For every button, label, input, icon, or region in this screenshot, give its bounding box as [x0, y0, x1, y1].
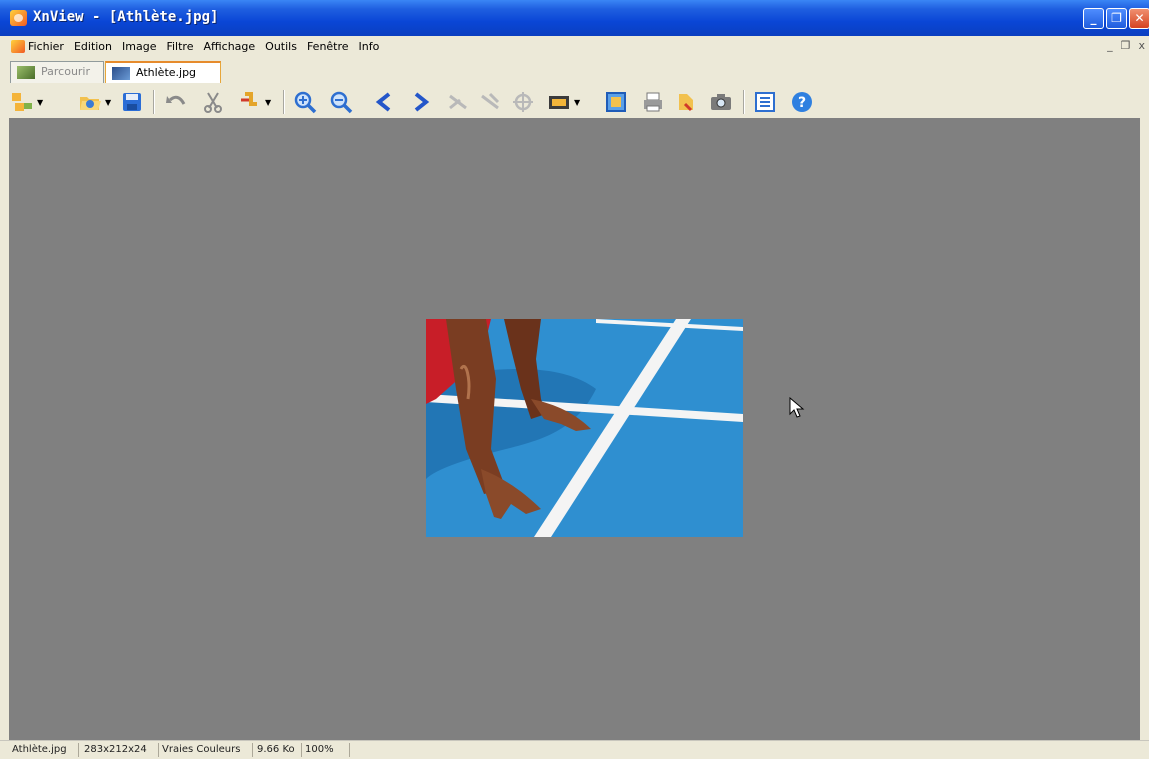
tab-bar: Parcourir Athlète.jpg	[0, 58, 1149, 85]
status-zoom: 100%	[301, 743, 350, 757]
properties-icon[interactable]	[753, 90, 777, 114]
crop-icon[interactable]	[446, 90, 470, 114]
rotate-icon[interactable]	[237, 90, 261, 114]
open-folder-icon[interactable]	[78, 90, 102, 114]
status-bar: Athlète.jpg 283x212x24 Vraies Couleurs 9…	[0, 740, 1149, 759]
toolbar-separator	[283, 90, 285, 114]
slideshow-dropdown-icon[interactable]: ▼	[574, 98, 580, 107]
mdi-close-button[interactable]: x	[1138, 39, 1145, 52]
status-color-mode: Vraies Couleurs	[158, 743, 253, 757]
next-icon[interactable]	[408, 90, 432, 114]
xnview-app-icon[interactable]	[10, 10, 27, 26]
toolbar: ▼ ▼ ▼ ▼ ?	[0, 84, 1149, 118]
tab-browser[interactable]: Parcourir	[10, 61, 104, 83]
menu-affichage[interactable]: Affichage	[203, 40, 255, 53]
previous-icon[interactable]	[373, 90, 397, 114]
browser-icon	[17, 66, 35, 79]
zoom-in-icon[interactable]	[293, 90, 317, 114]
tab-athlete-jpg[interactable]: Athlète.jpg	[105, 61, 221, 83]
close-button[interactable]: ✕	[1129, 8, 1149, 29]
menu-filtre[interactable]: Filtre	[166, 40, 193, 53]
print-icon[interactable]	[641, 90, 665, 114]
mdi-minimize-button[interactable]: _	[1107, 39, 1113, 52]
menu-info[interactable]: Info	[359, 40, 380, 53]
scan-icon[interactable]	[675, 90, 699, 114]
toolbar-separator	[743, 90, 745, 114]
mouse-cursor-icon	[789, 397, 805, 418]
menu-fichier[interactable]: Fichier	[28, 40, 64, 53]
status-dimensions: 283x212x24	[80, 743, 159, 757]
toolbar-separator	[153, 90, 155, 114]
tab-label: Athlète.jpg	[136, 66, 197, 79]
image-icon	[112, 67, 130, 80]
svg-text:?: ?	[798, 95, 806, 111]
save-icon[interactable]	[120, 90, 144, 114]
title-bar: XnView - [Athlète.jpg] _ ❐ ✕	[0, 0, 1149, 36]
restore-button[interactable]: ❐	[1106, 8, 1127, 29]
help-icon[interactable]: ?	[790, 90, 814, 114]
minimize-button[interactable]: _	[1083, 8, 1104, 29]
undo-icon[interactable]	[164, 90, 188, 114]
menu-outils[interactable]: Outils	[265, 40, 297, 53]
image-viewer[interactable]	[9, 118, 1140, 740]
menu-image[interactable]: Image	[122, 40, 156, 53]
capture-icon[interactable]	[709, 90, 733, 114]
menu-fenetre[interactable]: Fenêtre	[307, 40, 349, 53]
resize-icon[interactable]	[478, 90, 502, 114]
document-menu-icon[interactable]	[11, 40, 25, 53]
menu-edition[interactable]: Edition	[74, 40, 112, 53]
athlete-photo	[426, 319, 743, 537]
tab-label: Parcourir	[41, 65, 91, 78]
rotate-dropdown-icon[interactable]: ▼	[265, 98, 271, 107]
open-dropdown-icon[interactable]: ▼	[105, 98, 111, 107]
fullscreen-icon[interactable]	[604, 90, 628, 114]
window-title: XnView - [Athlète.jpg]	[33, 9, 219, 25]
status-file-size: 9.66 Ko	[253, 743, 302, 757]
browse-icon[interactable]	[10, 90, 34, 114]
menu-bar: Fichier Edition Image Filtre Affichage O…	[0, 36, 1149, 58]
cut-icon[interactable]	[201, 90, 225, 114]
zoom-out-icon[interactable]	[329, 90, 353, 114]
slideshow-icon[interactable]	[547, 90, 571, 114]
browse-dropdown-icon[interactable]: ▼	[37, 98, 43, 107]
effects-icon[interactable]	[511, 90, 535, 114]
mdi-restore-button[interactable]: ❐	[1121, 39, 1131, 52]
status-filename: Athlète.jpg	[8, 743, 79, 757]
